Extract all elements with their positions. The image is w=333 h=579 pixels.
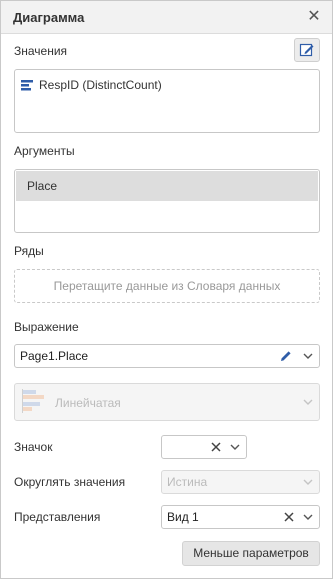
expression-value: Page1.Place <box>20 349 89 363</box>
chart-settings-panel: Диаграмма ✕ Значения RespID (DistinctCou… <box>0 0 333 579</box>
argument-item-label: Place <box>27 179 58 193</box>
arguments-list[interactable]: Place <box>14 169 320 233</box>
chevron-down-icon[interactable] <box>301 510 315 524</box>
panel-titlebar: Диаграмма ✕ <box>1 1 332 34</box>
round-values-select[interactable]: Истина <box>161 470 320 494</box>
chevron-down-icon[interactable] <box>301 475 315 489</box>
list-item[interactable]: Place <box>16 171 318 201</box>
arguments-label: Аргументы <box>14 144 75 158</box>
round-values-value: Истина <box>167 475 208 489</box>
series-placeholder: Перетащите данные из Словаря данных <box>53 279 281 293</box>
chevron-down-icon[interactable] <box>228 440 242 454</box>
chevron-down-icon[interactable] <box>301 395 315 409</box>
round-values-label: Округлять значения <box>14 475 126 489</box>
edit-icon <box>299 43 314 57</box>
less-params-button[interactable]: Меньше параметров <box>182 541 320 566</box>
values-label: Значения <box>14 44 68 58</box>
views-select[interactable]: Вид 1 <box>161 505 320 529</box>
chart-type-select[interactable]: Линейчатая <box>14 383 320 421</box>
chart-type-value: Линейчатая <box>55 396 121 410</box>
close-icon[interactable] <box>210 441 222 453</box>
series-dropzone[interactable]: Перетащите данные из Словаря данных <box>14 269 320 303</box>
panel-title: Диаграмма <box>13 10 85 25</box>
bar-chart-icon <box>21 79 33 90</box>
pencil-icon[interactable] <box>279 349 293 363</box>
marker-select[interactable] <box>161 435 247 459</box>
expression-field[interactable]: Page1.Place <box>14 344 320 368</box>
series-label: Ряды <box>14 244 44 258</box>
views-value: Вид 1 <box>167 510 199 524</box>
marker-label: Значок <box>14 440 53 454</box>
close-icon[interactable] <box>283 511 295 523</box>
chevron-down-icon[interactable] <box>301 349 315 363</box>
value-item-label: RespID (DistinctCount) <box>39 78 162 92</box>
edit-values-button[interactable] <box>294 38 320 62</box>
list-item[interactable]: RespID (DistinctCount) <box>21 78 162 92</box>
views-label: Представления <box>14 510 101 524</box>
close-icon[interactable]: ✕ <box>304 7 324 27</box>
values-list[interactable]: RespID (DistinctCount) <box>14 69 320 133</box>
expression-label: Выражение <box>14 320 79 334</box>
bar-chart-icon <box>22 389 44 413</box>
